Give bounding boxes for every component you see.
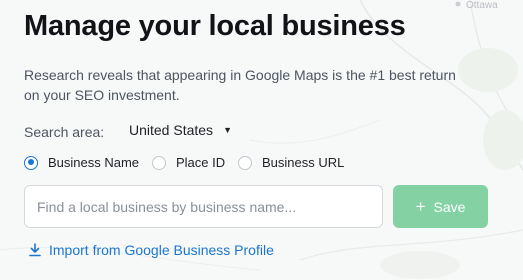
caret-down-icon: ▼ [223,125,232,135]
radio-checked-icon [24,155,38,170]
plus-icon: + [415,197,426,216]
radio-business-name[interactable]: Business Name [24,155,139,170]
business-search-input[interactable] [24,185,383,228]
radio-place-id[interactable]: Place ID [152,155,225,170]
page-description: Research reveals that appearing in Googl… [24,67,456,103]
download-icon [29,243,41,257]
radio-business-url-label: Business URL [262,155,345,170]
page-title: Manage your local business [24,10,406,42]
radio-business-url[interactable]: Business URL [238,155,344,170]
save-button-label: Save [433,198,466,215]
save-button[interactable]: + Save [393,185,488,228]
import-link-label: Import from Google Business Profile [49,242,274,258]
radio-unchecked-icon [152,155,166,170]
radio-business-name-label: Business Name [48,155,140,170]
search-area-value: United States [129,122,214,138]
radio-unchecked-icon [238,155,252,170]
search-area-label: Search area: [24,124,105,140]
radio-place-id-label: Place ID [176,155,226,170]
import-google-business-profile-link[interactable]: Import from Google Business Profile [29,242,274,258]
search-area-dropdown[interactable]: United States ▼ [129,122,232,138]
